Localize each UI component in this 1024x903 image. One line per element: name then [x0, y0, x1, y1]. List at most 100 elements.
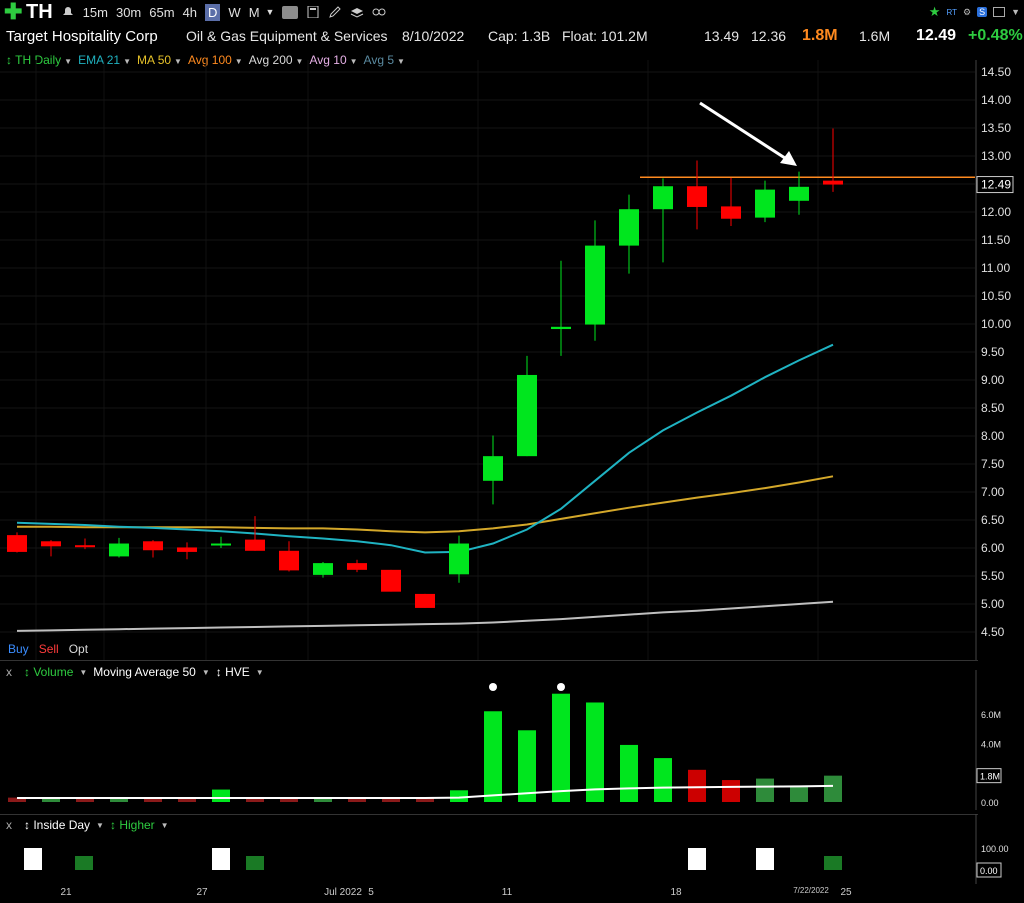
symbol-label[interactable]: TH: [26, 1, 53, 24]
timeframe-daily[interactable]: D: [205, 3, 221, 21]
calculator-icon[interactable]: [306, 6, 320, 18]
ma50-line: [17, 475, 834, 534]
price-tick-label: 11.50: [981, 233, 1010, 247]
options-button[interactable]: Opt: [69, 642, 88, 656]
realtime-icon[interactable]: RT: [946, 8, 957, 17]
volume-bar: [790, 786, 808, 802]
ema21-line: [16, 343, 834, 554]
last-volume-box: [976, 768, 1002, 784]
candle-body: [381, 569, 401, 592]
chevron-down-icon[interactable]: ▼: [1011, 7, 1020, 17]
volume-bar: [246, 797, 264, 802]
price-tick-label: 14.00: [981, 93, 1011, 107]
candle-body: [143, 541, 163, 551]
volume-bar: [314, 797, 332, 802]
volume-bar: [144, 798, 162, 802]
close-inside-pane-icon[interactable]: x: [6, 818, 12, 832]
hve-marker: [557, 683, 565, 691]
link-icon[interactable]: [372, 6, 386, 18]
volume-chart[interactable]: 6.0M 4.0M 0.00 1.8M: [0, 670, 1024, 810]
candle-body: [823, 180, 843, 185]
candle-body: [619, 209, 639, 246]
s-icon[interactable]: S: [977, 7, 988, 17]
day-volume: 1.8M: [802, 27, 838, 44]
volume-pane-header: x ↕ Volume ▼ Moving Average 50 ▼ ↕ HVE ▼: [6, 665, 264, 679]
price-tick-label: 5.50: [981, 569, 1005, 583]
info-bar: Target Hospitality Corp Oil & Gas Equipm…: [0, 26, 1024, 48]
candle-body: [7, 535, 27, 552]
price-chart[interactable]: 14.50 14.00 13.50 13.00 12.50 12.00 11.50 11.00…: [0, 0, 1024, 660]
ma200-line: [16, 600, 834, 632]
study-avg200[interactable]: Avg 200 ▼: [249, 53, 304, 67]
toolbar: ✚ TH 15m 30m 65m 4h D W M ▼ ★ RT ⚙ S ▼: [0, 0, 1024, 24]
pane-divider[interactable]: [0, 660, 978, 661]
company-name: Target Hospitality Corp: [6, 28, 158, 45]
candle-body: [75, 545, 95, 548]
hve-dropdown-icon[interactable]: ▼: [256, 668, 264, 677]
x-axis-label: 7/22/2022: [793, 886, 829, 895]
timeframe-30m[interactable]: 30m: [116, 5, 141, 20]
inside-day-bar: [756, 848, 774, 870]
add-symbol-plus-icon[interactable]: ✚: [4, 1, 22, 23]
higher-dropdown-icon[interactable]: ▼: [161, 821, 169, 830]
studies-legend: ↕ TH Daily ▼ EMA 21 ▼ MA 50 ▼ Avg 100 ▼ Avg …: [0, 52, 405, 68]
inside-day-title[interactable]: ↕ Inside Day: [24, 818, 90, 832]
pane-divider-2[interactable]: [0, 814, 978, 815]
tc-icon[interactable]: [282, 5, 299, 19]
timeframe-weekly[interactable]: W: [228, 5, 240, 20]
volume-title[interactable]: ↕ Volume: [24, 665, 73, 679]
hve-label[interactable]: ↕ HVE: [216, 665, 250, 679]
timeframe-4h[interactable]: 4h: [183, 5, 197, 20]
market-cap: Cap: 1.3B: [488, 28, 551, 44]
inside-day-bar: [212, 848, 230, 870]
x-axis-label: 25: [840, 887, 852, 898]
price-tick-label: 13.50: [981, 121, 1011, 135]
volume-ma-dropdown-icon[interactable]: ▼: [202, 668, 210, 677]
timeframe-15m[interactable]: 15m: [83, 5, 108, 20]
last-volume-label: 1.8M: [980, 772, 1000, 782]
volume-dropdown-icon[interactable]: ▼: [79, 668, 87, 677]
price-tick-label: 6.00: [981, 541, 1005, 555]
sell-button[interactable]: Sell: [39, 642, 59, 656]
volume-bar: [688, 769, 706, 802]
avg-volume: 1.6M: [859, 28, 891, 44]
pencil-icon[interactable]: [328, 6, 342, 18]
order-buttons: Buy Sell Opt: [8, 642, 88, 656]
annotation-arrow: [699, 101, 789, 162]
volume-bar: [212, 789, 230, 802]
timeframe-monthly[interactable]: M: [249, 5, 260, 20]
timeframe-65m[interactable]: 65m: [149, 5, 174, 20]
study-avg10[interactable]: Avg 10 ▼: [309, 53, 357, 67]
percent-change: +0.48%: [968, 27, 1023, 44]
price-tick-label: 12.50: [981, 177, 1011, 191]
volume-bar: [178, 798, 196, 802]
timeframe-dropdown-icon[interactable]: ▼: [266, 7, 275, 17]
inside-last-box: [976, 862, 1002, 878]
price-tick-label: 11.00: [981, 261, 1010, 275]
layers-icon[interactable]: [350, 6, 364, 18]
volume-ma-label[interactable]: Moving Average 50: [93, 665, 196, 679]
volume-bar: [824, 775, 842, 802]
study-avg100[interactable]: Avg 100 ▼: [188, 53, 243, 67]
study-avg5[interactable]: Avg 5 ▼: [364, 53, 405, 67]
candle-body: [245, 539, 265, 551]
volume-bar: [348, 798, 366, 802]
star-icon[interactable]: ★: [929, 4, 941, 20]
bell-icon[interactable]: [61, 6, 75, 18]
inside-day-bar: [24, 848, 42, 870]
candle-body: [551, 326, 571, 330]
candle-body: [483, 456, 503, 481]
higher-label[interactable]: ↕ Higher: [110, 818, 155, 832]
inside-day-dropdown-icon[interactable]: ▼: [96, 821, 104, 830]
window-icon[interactable]: [993, 7, 1006, 17]
price-tick-label: 6.50: [981, 513, 1005, 527]
close-volume-pane-icon[interactable]: x: [6, 665, 12, 679]
study-ema21[interactable]: EMA 21 ▼: [78, 53, 131, 67]
higher-day-bar: [824, 856, 842, 870]
study-th-daily[interactable]: ↕ TH Daily ▼: [6, 53, 72, 67]
settings-gear-icon[interactable]: ⚙: [963, 7, 971, 18]
last-price-box: [976, 176, 1014, 194]
volume-bar: [586, 702, 604, 802]
study-ma50[interactable]: MA 50 ▼: [137, 53, 182, 67]
buy-button[interactable]: Buy: [8, 642, 29, 656]
